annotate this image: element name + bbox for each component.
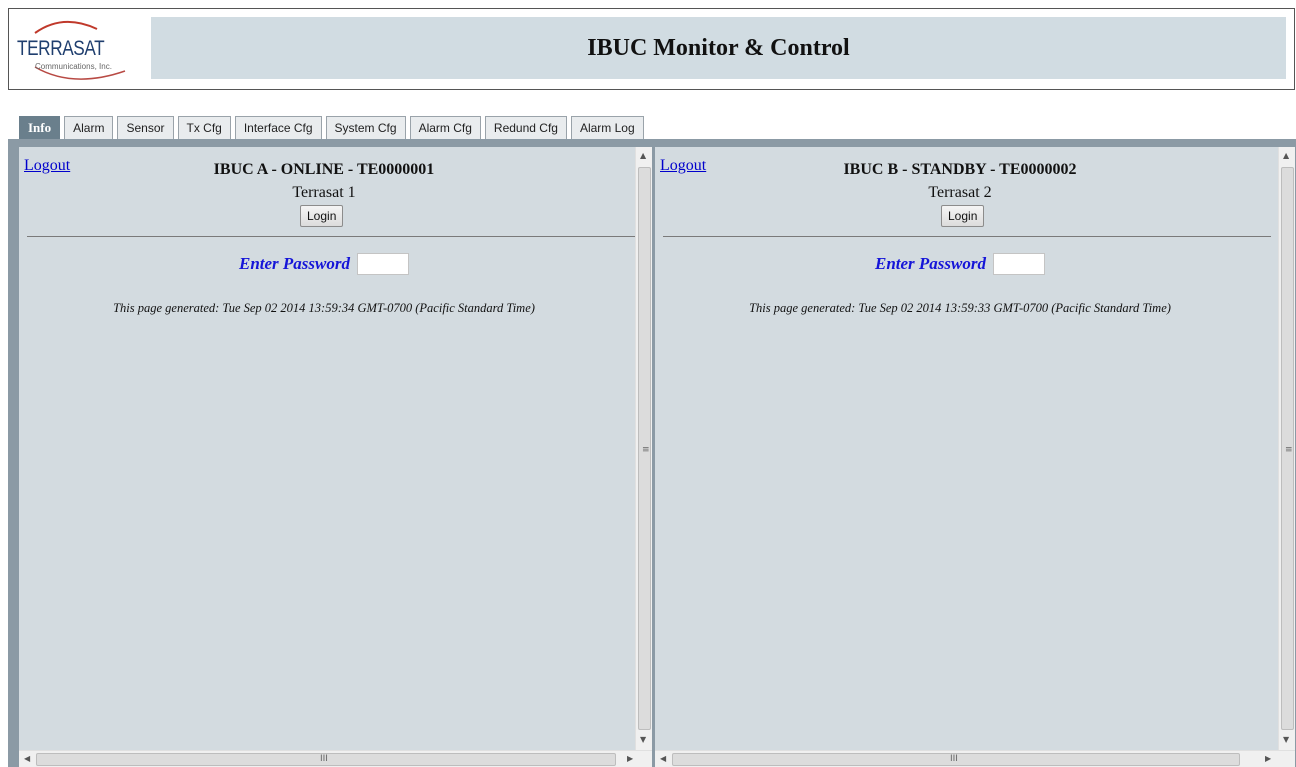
tab-alarm-cfg[interactable]: Alarm Cfg xyxy=(409,116,481,139)
page-generated-timestamp: This page generated: Tue Sep 02 2014 13:… xyxy=(113,301,535,315)
logo-subtext: Communications, Inc. xyxy=(35,62,112,71)
ibuc-a-panel: Logout IBUC A - ONLINE - TE0000001 Terra… xyxy=(19,147,652,767)
scroll-left-icon[interactable]: ◀ xyxy=(24,754,30,763)
vertical-scroll-thumb[interactable]: ≡ xyxy=(1281,167,1294,730)
password-row: Enter Password xyxy=(655,253,1265,275)
unit-name: Terrasat 2 xyxy=(928,184,992,201)
login-button[interactable]: Login xyxy=(300,205,344,227)
grip-icon: ≡ xyxy=(642,445,650,455)
tab-sensor[interactable]: Sensor xyxy=(117,116,174,139)
grip-icon: ≡ xyxy=(1285,445,1293,455)
scroll-up-icon[interactable]: ▲ xyxy=(1283,151,1289,160)
scroll-right-icon[interactable]: ▶ xyxy=(627,754,633,763)
page-title: IBUC Monitor & Control xyxy=(587,34,850,61)
vertical-scrollbar[interactable]: ▲ ≡ ▼ xyxy=(1278,147,1295,750)
password-label: Enter Password xyxy=(875,254,986,273)
ibuc-b-panel: Logout IBUC B - STANDBY - TE0000002 Terr… xyxy=(655,147,1295,767)
page-header: TERRASAT Communications, Inc. IBUC Monit… xyxy=(8,8,1295,90)
divider xyxy=(27,236,635,237)
unit-title: IBUC B - STANDBY - TE0000002 xyxy=(843,161,1077,178)
scroll-left-icon[interactable]: ◀ xyxy=(660,754,666,763)
tab-tx-cfg[interactable]: Tx Cfg xyxy=(177,116,231,139)
scroll-up-icon[interactable]: ▲ xyxy=(640,151,646,160)
content-frame: Logout IBUC A - ONLINE - TE0000001 Terra… xyxy=(8,139,1296,767)
horizontal-scrollbar[interactable]: ◀ III ▶ xyxy=(655,750,1295,767)
password-input[interactable] xyxy=(357,253,409,275)
scroll-down-icon[interactable]: ▼ xyxy=(1283,735,1289,744)
tab-alarm[interactable]: Alarm xyxy=(64,116,114,139)
horizontal-scroll-thumb[interactable]: III xyxy=(672,753,1240,766)
logo-word: TERRASAT xyxy=(17,37,105,60)
vertical-scrollbar[interactable]: ▲ ≡ ▼ xyxy=(635,147,652,750)
tab-alarm-log[interactable]: Alarm Log xyxy=(570,116,644,139)
vertical-scroll-thumb[interactable]: ≡ xyxy=(638,167,651,730)
page-generated-timestamp: This page generated: Tue Sep 02 2014 13:… xyxy=(749,301,1171,315)
password-row: Enter Password xyxy=(19,253,629,275)
tab-interface-cfg[interactable]: Interface Cfg xyxy=(234,116,322,139)
title-bar: IBUC Monitor & Control xyxy=(151,17,1286,79)
unit-title: IBUC A - ONLINE - TE0000001 xyxy=(213,161,435,178)
tab-info[interactable]: Info xyxy=(19,116,61,139)
divider xyxy=(663,236,1271,237)
scroll-right-icon[interactable]: ▶ xyxy=(1265,754,1271,763)
scroll-down-icon[interactable]: ▼ xyxy=(640,735,646,744)
tab-bar: Info Alarm Sensor Tx Cfg Interface Cfg S… xyxy=(19,116,648,139)
login-button[interactable]: Login xyxy=(941,205,985,227)
terrasat-logo: TERRASAT Communications, Inc. xyxy=(13,15,153,87)
tab-redund-cfg[interactable]: Redund Cfg xyxy=(484,116,567,139)
hgrip-icon: III xyxy=(950,754,958,764)
unit-name: Terrasat 1 xyxy=(292,184,356,201)
horizontal-scroll-thumb[interactable]: III xyxy=(36,753,616,766)
hgrip-icon: III xyxy=(320,754,328,764)
password-label: Enter Password xyxy=(239,254,350,273)
password-input[interactable] xyxy=(993,253,1045,275)
horizontal-scrollbar[interactable]: ◀ III ▶ xyxy=(19,750,652,767)
tab-system-cfg[interactable]: System Cfg xyxy=(325,116,406,139)
